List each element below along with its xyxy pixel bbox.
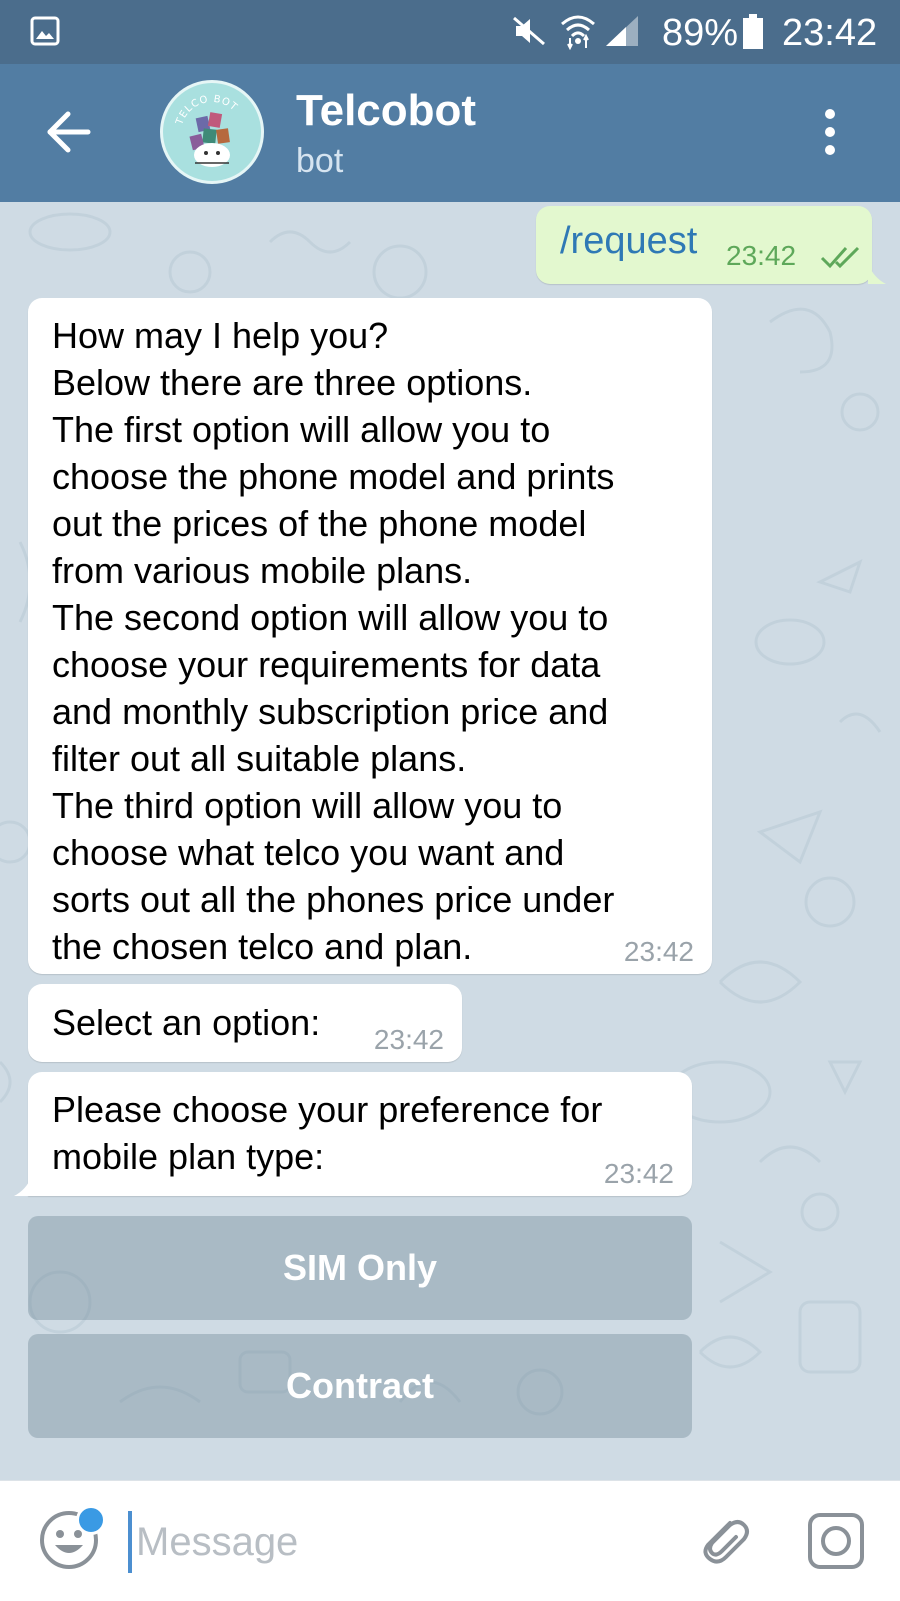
keyboard-button-contract[interactable]: Contract (28, 1334, 692, 1438)
incoming-message[interactable]: How may I help you? Below there are thre… (28, 298, 712, 974)
message-line: Below there are three options. (52, 362, 533, 403)
message-text: Select an option: (52, 1002, 321, 1043)
message-line: The third option will allow you to (52, 785, 563, 826)
message-line: The first option will allow you to (52, 409, 551, 450)
message-time: 23:42 (603, 1158, 674, 1189)
incoming-message[interactable]: Select an option: 23:42 (28, 984, 462, 1062)
message-line: choose what telco you want and (52, 832, 565, 873)
message-input-bar (0, 1480, 900, 1601)
attach-icon[interactable] (692, 1509, 752, 1569)
status-bar: 89% 23:42 (0, 0, 900, 64)
avatar[interactable]: TELCO BOT (160, 80, 264, 184)
message-line: mobile plan type: (52, 1136, 325, 1177)
chat-area[interactable]: /request 23:42 How may I help you? Below… (0, 202, 900, 1480)
message-time: 23:42 (373, 1024, 444, 1055)
mute-icon (513, 16, 545, 46)
more-options-icon[interactable] (822, 106, 838, 158)
back-arrow-icon[interactable] (44, 108, 92, 156)
message-line: Please choose your preference for (52, 1089, 603, 1130)
message-time: 23:42 (726, 240, 797, 271)
incoming-message[interactable]: Please choose your preference for mobile… (28, 1072, 692, 1196)
chat-title[interactable]: Telcobot (296, 86, 476, 136)
message-line: choose your requirements for data (52, 644, 601, 685)
message-line: and monthly subscription price and (52, 691, 609, 732)
status-time: 23:42 (782, 12, 878, 54)
battery-icon (743, 14, 763, 49)
message-line: from various mobile plans. (52, 550, 473, 591)
gallery-icon (30, 16, 60, 46)
bot-logo-icon: TELCO BOT (174, 94, 239, 167)
message-line: The second option will allow you to (52, 597, 609, 638)
chat-subtitle: bot (296, 142, 344, 180)
message-line: out the prices of the phone model (52, 503, 587, 544)
battery-percentage: 89% (662, 12, 739, 54)
double-check-icon (820, 246, 860, 269)
message-text: /request (560, 220, 698, 262)
message-line: choose the phone model and prints (52, 456, 615, 497)
keyboard-button-sim-only[interactable]: SIM Only (28, 1216, 692, 1320)
message-line: How may I help you? (52, 315, 389, 356)
message-line: the chosen telco and plan. (52, 926, 473, 967)
bubble-tail (868, 264, 886, 284)
outgoing-message[interactable]: /request 23:42 (536, 206, 872, 284)
chat-header: TELCO BOT Telcobot bot (0, 64, 900, 202)
message-line: filter out all suitable plans. (52, 738, 467, 779)
notification-dot (76, 1505, 106, 1535)
camera-icon[interactable] (806, 1511, 866, 1571)
message-input[interactable] (128, 1511, 658, 1573)
message-line: sorts out all the phones price under (52, 879, 615, 920)
bubble-tail (14, 1176, 32, 1196)
message-time: 23:42 (623, 936, 694, 967)
signal-icon (606, 16, 638, 46)
wifi-icon (561, 15, 595, 50)
